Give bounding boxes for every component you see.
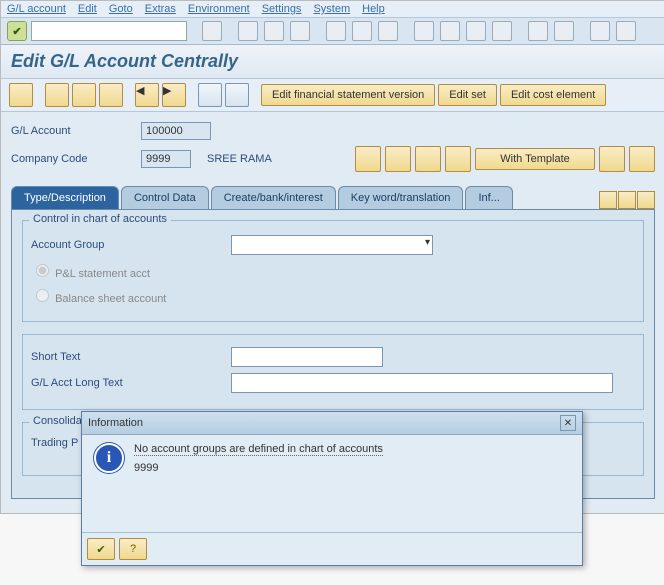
consolidation-title: Consolida [29, 415, 86, 427]
page-title: Edit G/L Account Centrally [1, 45, 664, 79]
edit-cost-element-button[interactable]: Edit cost element [500, 84, 606, 106]
tab-scroll-left-icon[interactable] [599, 191, 617, 209]
account-group-label: Account Group [31, 239, 231, 251]
menu-gl-account[interactable]: G/L account [7, 3, 66, 15]
help-icon[interactable] [590, 21, 610, 41]
prev-icon[interactable]: ◀ [135, 83, 159, 107]
display-change-icon[interactable] [355, 146, 381, 172]
app-icon-1[interactable] [9, 83, 33, 107]
menu-environment[interactable]: Environment [188, 3, 250, 15]
tab-info[interactable]: Inf... [465, 186, 512, 209]
short-text-label: Short Text [31, 351, 231, 363]
dialog-ok-button[interactable]: ✔ [87, 538, 115, 560]
dropdown-icon[interactable]: ▾ [425, 237, 430, 248]
group-control-chart: Control in chart of accounts Account Gro… [22, 220, 644, 322]
command-field[interactable] [31, 21, 187, 41]
app-icon-blue-2[interactable] [225, 83, 249, 107]
information-dialog: Information ✕ i No account groups are de… [81, 411, 583, 566]
next-page-icon[interactable] [466, 21, 486, 41]
gl-account-field[interactable]: 100000 [141, 122, 211, 140]
app-icon-blue-1[interactable] [198, 83, 222, 107]
delete-icon[interactable] [629, 146, 655, 172]
balance-sheet-radio[interactable]: Balance sheet account [31, 286, 166, 305]
pl-statement-radio[interactable]: P&L statement acct [31, 261, 150, 280]
first-page-icon[interactable] [414, 21, 434, 41]
with-template-button[interactable]: With Template [475, 148, 595, 170]
tab-list-icon[interactable] [637, 191, 655, 209]
exit-icon[interactable] [264, 21, 284, 41]
document-icon[interactable] [445, 146, 471, 172]
dialog-detail: 9999 [134, 462, 383, 474]
find-icon[interactable] [352, 21, 372, 41]
edit-set-button[interactable]: Edit set [438, 84, 497, 106]
group-control-chart-title: Control in chart of accounts [29, 213, 171, 225]
dialog-message: No account groups are defined in chart o… [134, 443, 383, 456]
tab-type-description[interactable]: Type/Description [11, 186, 119, 209]
account-group-field[interactable]: ▾ [231, 235, 433, 255]
tab-strip: Type/Description Control Data Create/ban… [11, 186, 655, 209]
back-icon[interactable] [238, 21, 258, 41]
company-code-field[interactable]: 9999 [141, 150, 191, 168]
enter-icon[interactable]: ✔ [7, 21, 27, 41]
layout-icon[interactable] [616, 21, 636, 41]
last-page-icon[interactable] [492, 21, 512, 41]
menu-extras[interactable]: Extras [145, 3, 176, 15]
cancel-icon[interactable] [290, 21, 310, 41]
short-text-field[interactable] [231, 347, 383, 367]
menu-help[interactable]: Help [362, 3, 385, 15]
company-code-name: SREE RAMA [203, 151, 276, 167]
save-icon[interactable] [202, 21, 222, 41]
edit-financial-statement-button[interactable]: Edit financial statement version [261, 84, 435, 106]
long-text-field[interactable] [231, 373, 613, 393]
edit-icon[interactable] [385, 146, 411, 172]
create-icon[interactable] [415, 146, 441, 172]
prev-page-icon[interactable] [440, 21, 460, 41]
info-icon: i [94, 443, 124, 473]
app-icon-4[interactable] [99, 83, 123, 107]
session-icon[interactable] [528, 21, 548, 41]
menu-edit[interactable]: Edit [78, 3, 97, 15]
menu-bar: G/L account Edit Goto Extras Environment… [1, 1, 664, 18]
dialog-title: Information [88, 417, 143, 429]
find-next-icon[interactable] [378, 21, 398, 41]
application-toolbar: ◀ ▶ Edit financial statement version Edi… [1, 79, 664, 112]
print-icon[interactable] [326, 21, 346, 41]
dialog-close-icon[interactable]: ✕ [560, 415, 576, 431]
tab-control-data[interactable]: Control Data [121, 186, 209, 209]
app-icon-3[interactable] [72, 83, 96, 107]
lock-icon[interactable] [599, 146, 625, 172]
next-icon[interactable]: ▶ [162, 83, 186, 107]
shortcut-icon[interactable] [554, 21, 574, 41]
app-icon-2[interactable] [45, 83, 69, 107]
group-texts: Short Text G/L Acct Long Text [22, 334, 644, 410]
tab-create-bank-interest[interactable]: Create/bank/interest [211, 186, 336, 209]
tab-keyword-translation[interactable]: Key word/translation [338, 186, 464, 209]
company-code-label: Company Code [11, 153, 141, 165]
menu-settings[interactable]: Settings [262, 3, 302, 15]
tab-scroll-right-icon[interactable] [618, 191, 636, 209]
gl-account-label: G/L Account [11, 125, 141, 137]
long-text-label: G/L Acct Long Text [31, 377, 231, 389]
dialog-help-button[interactable]: ? [119, 538, 147, 560]
menu-system[interactable]: System [313, 3, 350, 15]
menu-goto[interactable]: Goto [109, 3, 133, 15]
system-toolbar: ✔ [1, 18, 664, 45]
